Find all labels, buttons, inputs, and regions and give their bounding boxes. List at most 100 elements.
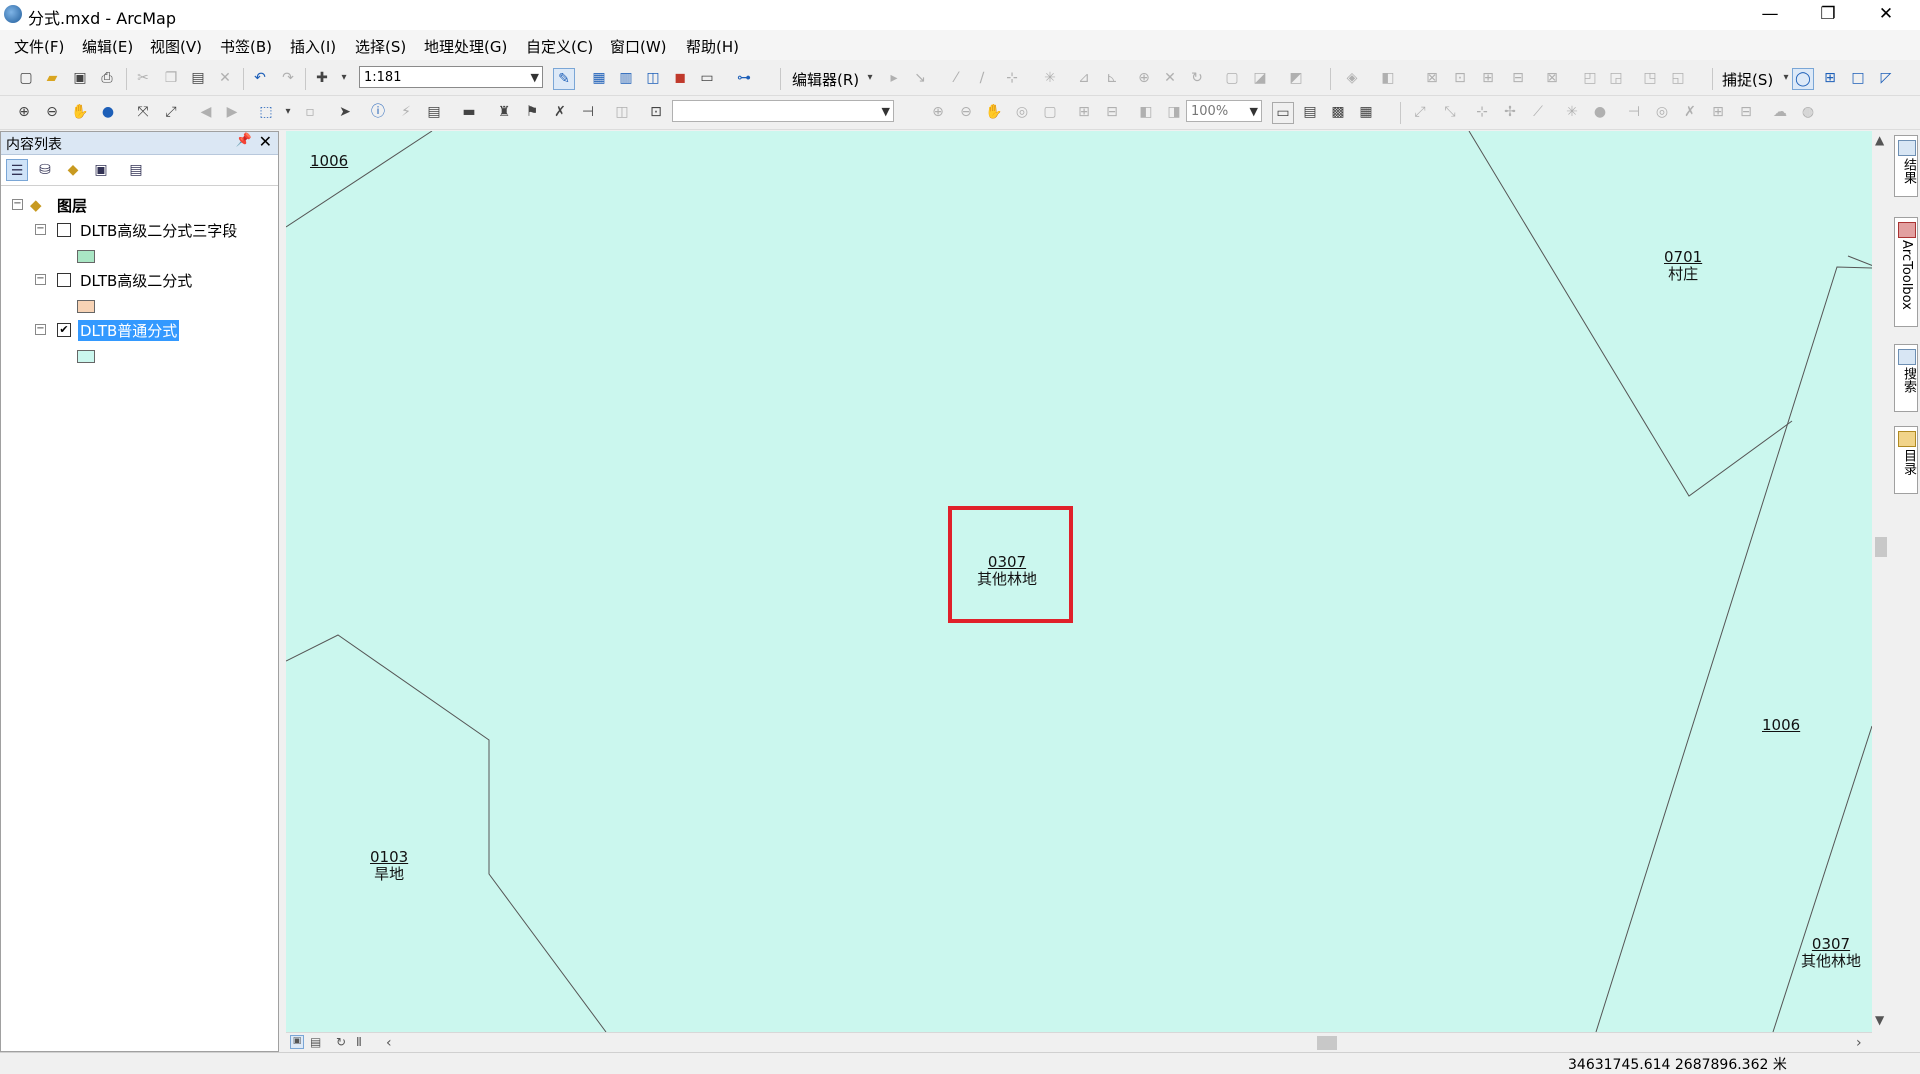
layer-visibility-checkbox[interactable] xyxy=(57,223,71,237)
pause-drawing-icon[interactable]: Ⅱ xyxy=(356,1035,362,1049)
layer-symbol-swatch[interactable] xyxy=(77,350,95,363)
editor-toolbar-icon[interactable]: ✎ xyxy=(553,68,575,90)
zoom-out-icon[interactable]: ⊖ xyxy=(42,102,62,122)
time-slider-icon[interactable]: ⊣ xyxy=(578,102,598,122)
collapse-group-icon[interactable]: − xyxy=(12,199,23,210)
map-horizontal-scrollbar[interactable]: ▣ ▤ ↻ Ⅱ ‹ › xyxy=(286,1032,1872,1053)
straight-segment-icon[interactable]: ⁄ xyxy=(946,68,966,88)
print-icon[interactable]: ⎙ xyxy=(97,68,117,88)
fixed-zoom-out-icon[interactable]: ⤢ xyxy=(161,102,181,122)
model-builder-icon[interactable]: ⊶ xyxy=(734,68,754,88)
go-to-xy-icon[interactable]: ✗ xyxy=(550,102,570,122)
advanced-edit-icon[interactable]: ◧ xyxy=(1378,68,1398,88)
list-by-drawing-order-icon[interactable]: ☰ xyxy=(6,159,28,181)
parcel-label[interactable]: 0701 村庄 xyxy=(1664,249,1702,283)
list-by-source-icon[interactable]: ⛁ xyxy=(34,159,56,181)
select-features-icon[interactable]: ⬚ xyxy=(256,102,276,122)
menu-bookmarks[interactable]: 书签(B) xyxy=(220,36,272,57)
close-icon[interactable]: ✕ xyxy=(259,132,272,151)
refresh-icon[interactable]: ↻ xyxy=(336,1035,346,1049)
table-window-icon[interactable]: ▦ xyxy=(589,68,609,88)
snapping-menu[interactable]: 捕捉(S) xyxy=(1722,69,1773,90)
go-forward-icon[interactable]: ▶ xyxy=(222,102,242,122)
topology-icon[interactable]: ◈ xyxy=(1342,68,1362,88)
split-icon[interactable]: ⊾ xyxy=(1102,68,1122,88)
rotate-tool-icon[interactable]: ⟋ xyxy=(1528,102,1548,122)
cut-icon[interactable]: ✂ xyxy=(133,68,153,88)
menu-help[interactable]: 帮助(H) xyxy=(686,36,739,57)
explode-icon[interactable]: ⊟ xyxy=(1508,68,1528,88)
measure-icon[interactable]: ▬ xyxy=(459,102,479,122)
menu-windows[interactable]: 窗口(W) xyxy=(610,36,667,57)
layer-name-selected[interactable]: DLTB普通分式 xyxy=(78,320,180,341)
select-dropdown-icon[interactable]: ▾ xyxy=(278,102,298,122)
smooth-icon[interactable]: ◰ xyxy=(1580,68,1600,88)
delete-icon[interactable]: ✕ xyxy=(215,68,235,88)
save-icon[interactable]: ▣ xyxy=(70,68,90,88)
layer-visibility-checkbox[interactable] xyxy=(57,273,71,287)
scroll-thumb[interactable] xyxy=(1317,1036,1337,1050)
copy-icon[interactable]: ❐ xyxy=(161,68,181,88)
table-link-icon[interactable]: ⊣ xyxy=(1624,102,1644,122)
editor-menu[interactable]: 编辑器(R) xyxy=(792,69,859,90)
go-back-icon[interactable]: ◀ xyxy=(196,102,216,122)
layer-symbol-swatch[interactable] xyxy=(77,250,95,263)
add-data-icon[interactable]: ✚ xyxy=(312,68,332,88)
reshape-icon[interactable]: ✳ xyxy=(1040,68,1060,88)
trim-icon[interactable]: ⊠ xyxy=(1422,68,1442,88)
collapse-layer-icon[interactable]: − xyxy=(35,274,46,285)
layer-visibility-checkbox-checked[interactable]: ✔ xyxy=(57,323,71,337)
menu-insert[interactable]: 插入(I) xyxy=(290,36,336,57)
rotate-icon[interactable]: ✕ xyxy=(1160,68,1180,88)
replace-geometry-icon[interactable]: ◱ xyxy=(1668,68,1688,88)
parcel-label[interactable]: 1006 xyxy=(1762,717,1800,734)
close-button[interactable]: ✕ xyxy=(1858,0,1914,30)
zoom-whole-page-icon[interactable]: ◎ xyxy=(1012,102,1032,122)
paste-icon[interactable]: ▤ xyxy=(188,68,208,88)
page-pan-icon[interactable]: ✋ xyxy=(984,102,1004,122)
collapse-layer-icon[interactable]: − xyxy=(35,224,46,235)
page-back-icon[interactable]: ◧ xyxy=(1136,102,1156,122)
map-vertical-scrollbar[interactable]: ▲ ▼ xyxy=(1872,131,1889,1032)
scroll-down-icon[interactable]: ▼ xyxy=(1875,1013,1884,1027)
layer-symbol-swatch[interactable] xyxy=(77,300,95,313)
layer-combo[interactable]: ▼ xyxy=(672,100,894,122)
georef-tool-icon[interactable]: ⤢ xyxy=(1410,102,1430,122)
zoom-100-icon[interactable]: ▢ xyxy=(1040,102,1060,122)
edit-tool-icon[interactable]: ▸ xyxy=(884,68,904,88)
data-view-icon[interactable]: ▣ xyxy=(290,1035,304,1049)
edit-annotation-icon[interactable]: ↘ xyxy=(910,68,930,88)
toggle-draft-mode-icon[interactable]: ▭ xyxy=(1272,102,1294,124)
point-tool-icon[interactable]: ⊹ xyxy=(1002,68,1022,88)
create-viewer-icon[interactable]: ◫ xyxy=(612,102,632,122)
zoom-in-icon[interactable]: ⊕ xyxy=(14,102,34,122)
end-snapping-icon[interactable]: ⊞ xyxy=(1820,68,1840,88)
data-driven-pages-icon[interactable]: ▦ xyxy=(1356,102,1376,122)
vertex-snapping-icon[interactable]: □ xyxy=(1848,68,1868,88)
html-popup-icon[interactable]: ▤ xyxy=(424,102,444,122)
map-display[interactable]: 1006 0701 村庄 0307 其他林地 1006 0103 旱地 0307… xyxy=(286,131,1872,1032)
menu-view[interactable]: 视图(V) xyxy=(150,36,202,57)
layout-view-icon[interactable]: ⊡ xyxy=(646,102,666,122)
attributes-icon[interactable]: ↻ xyxy=(1187,68,1207,88)
map-scale-combo[interactable]: 1:181 ▼ xyxy=(359,66,543,88)
cloud-icon[interactable]: ☁ xyxy=(1770,102,1790,122)
grid-icon[interactable]: ⊞ xyxy=(1708,102,1728,122)
full-extent-icon[interactable]: ● xyxy=(98,102,118,122)
parcel-label[interactable]: 1006 xyxy=(310,153,348,170)
menu-selection[interactable]: 选择(S) xyxy=(355,36,406,57)
catalog-window-icon[interactable]: ▥ xyxy=(616,68,636,88)
open-folder-icon[interactable]: ▰ xyxy=(42,68,62,88)
page-forward-icon[interactable]: ◨ xyxy=(1164,102,1184,122)
redo-icon[interactable]: ↷ xyxy=(278,68,298,88)
transform-icon[interactable]: ◎ xyxy=(1652,102,1672,122)
clear-selection-icon[interactable]: ▫ xyxy=(300,102,320,122)
change-layout-icon[interactable]: ▩ xyxy=(1328,102,1348,122)
page-zoom-combo[interactable]: 100% ▼ xyxy=(1186,100,1262,122)
add-data-dropdown-icon[interactable]: ▾ xyxy=(334,68,354,88)
menu-file[interactable]: 文件(F) xyxy=(14,36,64,57)
point-snapping-icon[interactable]: ◯ xyxy=(1792,68,1814,90)
layer-name[interactable]: DLTB高级二分式 xyxy=(80,270,192,291)
table-icon[interactable]: ⊟ xyxy=(1736,102,1756,122)
cut-polygon-icon[interactable]: ⊕ xyxy=(1134,68,1154,88)
